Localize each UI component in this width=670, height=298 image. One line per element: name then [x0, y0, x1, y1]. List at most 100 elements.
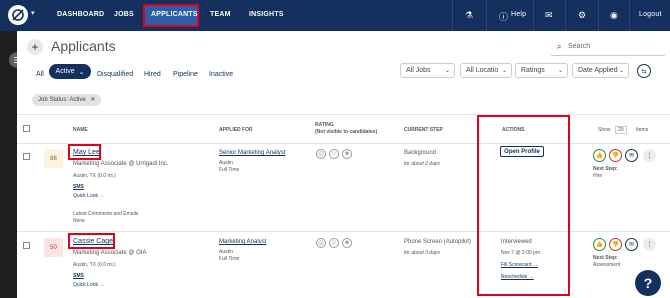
quick-look-link[interactable]: Quick Look → [73, 193, 104, 199]
search-input[interactable]: ⌕ Search [551, 39, 665, 56]
dropdown-label: Date Applied [578, 67, 618, 74]
rating-sad-icon[interactable]: ☹ [316, 149, 326, 159]
ratings-dropdown[interactable]: Ratings ⌄ [515, 63, 568, 78]
job-link[interactable]: Marketing Analyst [219, 239, 266, 245]
col-rating: RATING [315, 122, 334, 128]
job-city: Austin [219, 249, 233, 255]
main-content: + Applicants ⌕ Search All Active ⌄ Disqu… [17, 31, 670, 298]
date-applied-dropdown[interactable]: Date Applied ⌄ [572, 63, 629, 78]
table-row: 88 May Lee Marketing Associate @ Urrigad… [17, 144, 670, 232]
current-step: Phone Screen (Autopilot) [404, 239, 472, 245]
page-title: Applicants [51, 38, 116, 54]
thumbs-up-icon[interactable]: 👍 [593, 238, 606, 251]
highlight-box-actions [477, 115, 570, 296]
applicant-location: Austin, TX (0.0 mi.) [73, 262, 116, 268]
chevron-down-icon[interactable]: ▾ [31, 9, 35, 17]
items-label: Items [636, 127, 649, 133]
add-applicant-button[interactable]: + [27, 39, 43, 55]
next-step-value: Hire [593, 173, 603, 179]
export-icon[interactable]: ⇆ [637, 64, 651, 78]
job-city: Austin [219, 160, 233, 166]
rating-neutral-icon[interactable]: ☺ [329, 238, 339, 248]
filter-chip: Job Status: Active ✕ [32, 94, 102, 106]
chevron-down-icon: ⌄ [618, 68, 624, 74]
chevron-down-icon: ⌄ [557, 68, 563, 74]
step-duration: for about 2 days [404, 161, 440, 167]
thumbs-down-icon[interactable]: 👎 [609, 149, 622, 162]
help-chat-button[interactable]: ? [635, 270, 661, 296]
table-header: NAME APPLIED FOR RATING (Not visible to … [17, 114, 670, 144]
more-options-icon[interactable]: ⋮ [643, 149, 656, 162]
select-all-checkbox[interactable] [23, 125, 30, 132]
tab-inactive[interactable]: Inactive [209, 71, 233, 78]
tab-hired[interactable]: Hired [144, 71, 161, 78]
chat-icon[interactable]: ✉ [545, 10, 553, 21]
search-placeholder: Search [568, 43, 591, 50]
rating-happy-icon[interactable]: ☻ [342, 149, 352, 159]
gear-icon[interactable]: ⚙ [578, 10, 586, 21]
tab-disqualified[interactable]: Disqualified [97, 71, 133, 78]
help-icon[interactable]: ⓘ [499, 10, 508, 23]
job-type: Full Time [219, 256, 240, 262]
applicant-title: Marketing Associate @ Urrigadi Inc. [73, 161, 169, 167]
location-dropdown[interactable]: All Locatio ⌄ [460, 63, 512, 78]
message-icon[interactable]: ✉ [625, 149, 638, 162]
current-step: Background [404, 150, 437, 156]
sms-link[interactable]: SMS [73, 184, 84, 190]
nav-team[interactable]: TEAM [210, 11, 231, 18]
rating-neutral-icon[interactable]: ☺ [329, 149, 339, 159]
sidebar [0, 31, 17, 298]
col-current-step: CURRENT STEP [404, 127, 443, 133]
comments-value: None [73, 218, 85, 224]
rating-sad-icon[interactable]: ☹ [316, 238, 326, 248]
user-icon[interactable]: ◉ [610, 10, 618, 21]
nav-dashboard[interactable]: DASHBOARD [57, 11, 104, 18]
dropdown-label: Ratings [521, 67, 545, 74]
dropdown-label: All Locatio [466, 67, 499, 74]
step-duration: for about 3 days [404, 250, 440, 256]
chevron-down-icon: ⌄ [501, 68, 507, 74]
nav-insights[interactable]: INSIGHTS [249, 11, 284, 18]
tab-active-label: Active [55, 68, 75, 75]
next-step-value: Assessment [593, 262, 621, 268]
tab-all[interactable]: All [36, 71, 44, 78]
more-options-icon[interactable]: ⋮ [643, 238, 656, 251]
row-checkbox[interactable] [23, 153, 30, 160]
chevron-down-icon: ⌄ [444, 68, 450, 74]
applicant-location: Austin, TX (0.0 mi.) [73, 173, 116, 179]
col-name: NAME [73, 127, 88, 133]
search-icon: ⌕ [557, 42, 562, 51]
sms-link[interactable]: SMS [73, 273, 84, 279]
show-count-select[interactable]: 20 [615, 126, 627, 134]
highlight-box-may-lee [68, 144, 101, 160]
job-type: Full Time [219, 167, 240, 173]
score-badge: 50 [44, 238, 63, 257]
applicant-title: Marketing Associate @ OIA [73, 250, 147, 256]
thumbs-up-icon[interactable]: 👍 [593, 149, 606, 162]
top-navigation: ▾ DASHBOARD JOBS APPLICANTS TEAM INSIGHT… [0, 0, 670, 31]
logout-link[interactable]: Logout [639, 11, 662, 18]
quick-look-link[interactable]: Quick Look → [73, 282, 104, 288]
thumbs-down-icon[interactable]: 👎 [609, 238, 622, 251]
col-rating-note: (Not visible to candidates) [315, 129, 378, 135]
nav-jobs[interactable]: JOBS [114, 11, 134, 18]
flask-icon[interactable]: ⚗ [465, 10, 473, 21]
help-link[interactable]: Help [511, 11, 526, 18]
dropdown-label: All Jobs [406, 67, 431, 74]
close-icon[interactable]: ✕ [90, 97, 95, 103]
row-checkbox[interactable] [23, 242, 30, 249]
nav-applicants[interactable]: APPLICANTS [151, 11, 198, 18]
message-icon[interactable]: ✉ [625, 238, 638, 251]
show-label: Show [598, 127, 611, 133]
tab-pipeline[interactable]: Pipeline [173, 71, 198, 78]
next-step-label: Next Step: [593, 166, 618, 172]
rating-happy-icon[interactable]: ☻ [342, 238, 352, 248]
all-jobs-dropdown[interactable]: All Jobs ⌄ [400, 63, 455, 78]
chip-label: Job Status: Active [38, 97, 86, 103]
logo-icon[interactable] [8, 5, 28, 25]
job-link[interactable]: Senior Marketing Analyst [219, 150, 285, 156]
tab-active[interactable]: Active ⌄ [49, 64, 91, 79]
chevron-down-icon: ⌄ [78, 68, 85, 76]
score-badge: 88 [44, 149, 63, 168]
next-step-label: Next Step: [593, 255, 618, 261]
